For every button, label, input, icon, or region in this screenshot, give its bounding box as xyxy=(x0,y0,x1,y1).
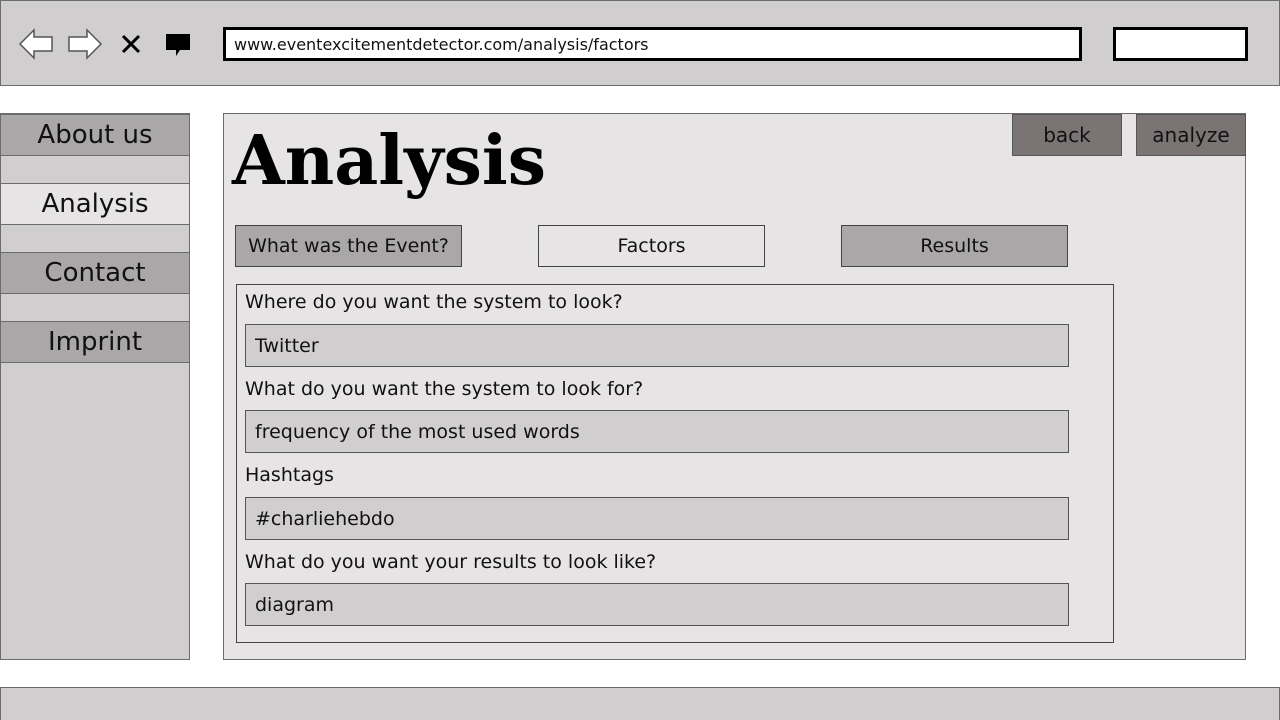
sidebar-item-label: About us xyxy=(37,120,153,150)
sidebar-item-analysis[interactable]: Analysis xyxy=(1,183,189,225)
sidebar-nav: About us Analysis Contact Imprint xyxy=(0,113,190,660)
analyze-button[interactable]: analyze xyxy=(1136,114,1246,156)
url-bar[interactable] xyxy=(223,27,1082,61)
hashtags-field[interactable] xyxy=(245,497,1069,540)
tab-factors[interactable]: Factors xyxy=(538,225,765,267)
question-label-target: What do you want the system to look for? xyxy=(245,378,644,400)
tab-label: Factors xyxy=(617,235,686,257)
results-format-input[interactable] xyxy=(246,584,1068,625)
question-label-results-format: What do you want your results to look li… xyxy=(245,551,657,573)
close-icon[interactable] xyxy=(113,26,149,62)
sidebar-item-label: Contact xyxy=(44,258,146,288)
forward-arrow-icon[interactable] xyxy=(67,26,103,62)
browser-search-box[interactable] xyxy=(1113,27,1248,61)
tab-results[interactable]: Results xyxy=(841,225,1068,267)
main-panel: Analysis back analyze What was the Event… xyxy=(223,113,1246,660)
hashtags-input[interactable] xyxy=(246,498,1068,539)
sidebar-item-about-us[interactable]: About us xyxy=(1,114,189,156)
page-title: Analysis xyxy=(232,121,547,201)
analyze-button-label: analyze xyxy=(1152,123,1230,147)
sidebar-item-label: Imprint xyxy=(47,327,143,357)
sidebar-item-contact[interactable]: Contact xyxy=(1,252,189,294)
chat-bubble-icon[interactable] xyxy=(160,26,196,62)
bottom-status-bar xyxy=(0,687,1280,720)
question-label-source: Where do you want the system to look? xyxy=(245,291,623,313)
tab-label: What was the Event? xyxy=(248,235,449,257)
factors-form: Where do you want the system to look? Wh… xyxy=(236,284,1114,643)
sidebar-item-label: Analysis xyxy=(41,189,149,219)
url-input[interactable] xyxy=(226,30,1079,58)
results-format-field[interactable] xyxy=(245,583,1069,626)
question-label-hashtags: Hashtags xyxy=(245,464,334,486)
source-input[interactable] xyxy=(246,325,1068,366)
target-field[interactable] xyxy=(245,410,1069,453)
tab-label: Results xyxy=(920,235,989,257)
browser-toolbar xyxy=(0,0,1280,86)
back-arrow-icon[interactable] xyxy=(18,26,54,62)
back-button-label: back xyxy=(1043,123,1091,147)
back-button[interactable]: back xyxy=(1012,114,1122,156)
browser-search-input[interactable] xyxy=(1116,30,1245,58)
source-field[interactable] xyxy=(245,324,1069,367)
target-input[interactable] xyxy=(246,411,1068,452)
sidebar-item-imprint[interactable]: Imprint xyxy=(1,321,189,363)
tab-event[interactable]: What was the Event? xyxy=(235,225,462,267)
